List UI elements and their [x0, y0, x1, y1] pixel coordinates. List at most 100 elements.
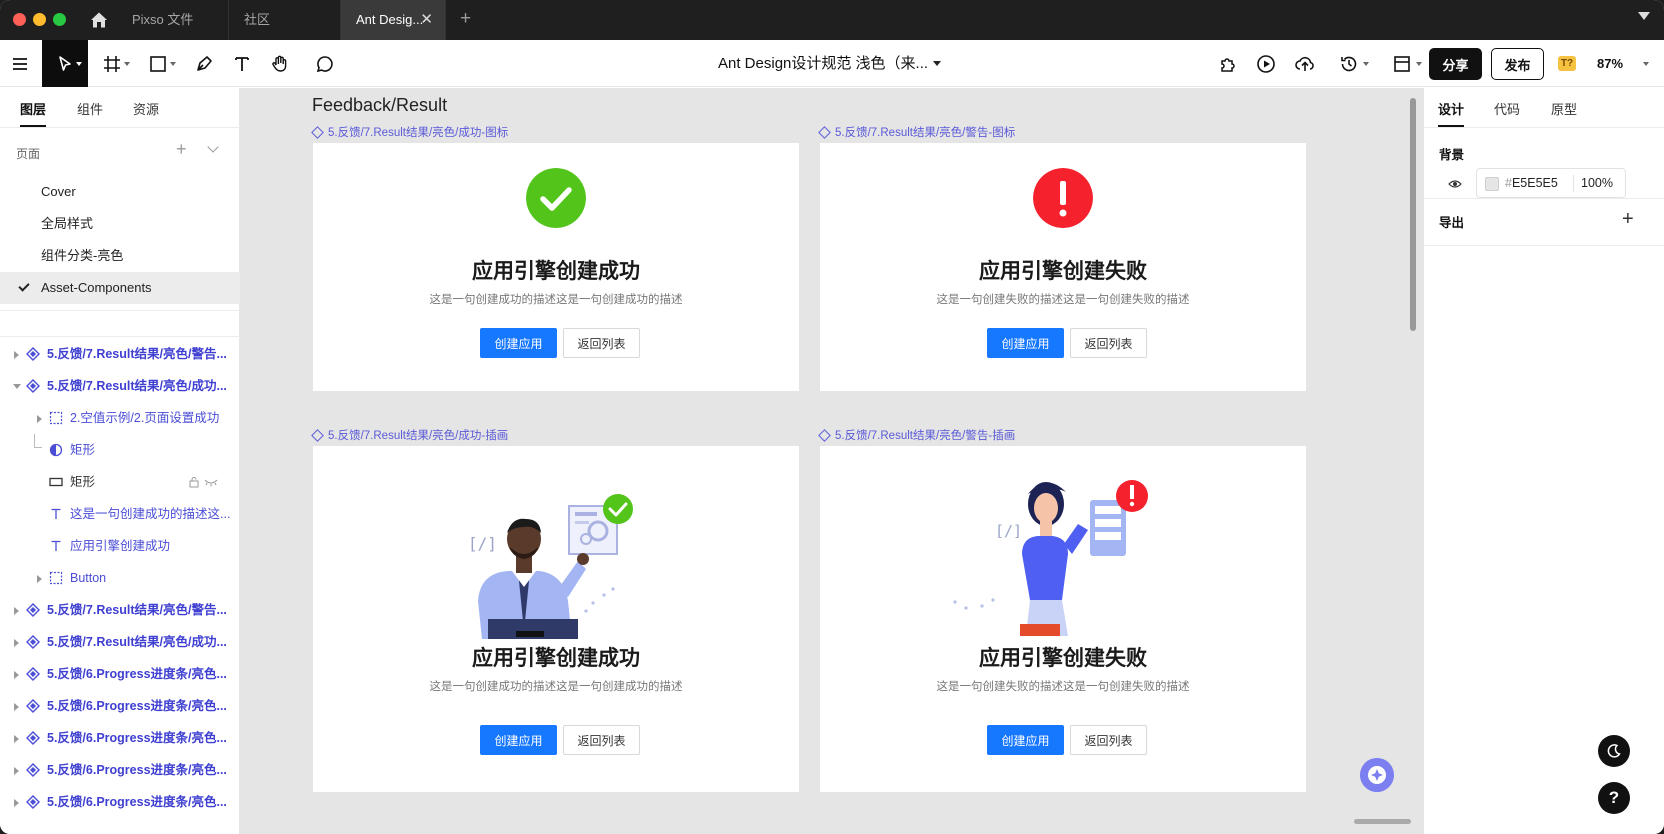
zoom-level[interactable]: 87% — [1597, 40, 1623, 87]
tab-pixso-files[interactable]: Pixso 文件 — [117, 0, 229, 40]
background-hex[interactable]: #E5E5E5 — [1505, 169, 1558, 197]
close-window-button[interactable] — [13, 13, 26, 26]
expand-arrow-icon[interactable] — [37, 415, 42, 423]
add-export-button[interactable]: + — [1622, 208, 1634, 231]
layer-row[interactable]: Button — [0, 562, 240, 594]
layer-row[interactable]: 2.空值示例/2.页面设置成功 — [0, 402, 240, 434]
hidden-eye-icon[interactable] — [204, 477, 218, 487]
tab-assets[interactable]: 资源 — [133, 99, 159, 118]
tab-components[interactable]: 组件 — [77, 99, 103, 118]
component-label[interactable]: 5.反馈/7.Result结果/亮色/警告-插画 — [818, 427, 1015, 443]
ai-assistant-icon[interactable] — [1360, 758, 1394, 792]
tab-code[interactable]: 代码 — [1494, 99, 1520, 118]
unlock-icon[interactable] — [188, 476, 200, 488]
frame-tool-button[interactable] — [92, 40, 132, 87]
layer-row[interactable]: 5.反馈/6.Progress进度条/亮色... — [0, 722, 240, 754]
tab-current-document[interactable]: Ant Desig... ✕ — [341, 0, 446, 40]
chevron-down-icon[interactable] — [933, 61, 941, 66]
result-card-error-illustration[interactable]: [/] 应用引擎创建失败 这是一句创建失败的描述这是一句创建失败的描述 创建应用… — [820, 446, 1306, 792]
page-item-asset-components[interactable]: Asset-Components — [0, 272, 240, 304]
expand-arrow-icon[interactable] — [14, 671, 19, 679]
layer-row[interactable]: 5.反馈/7.Result结果/亮色/警告... — [0, 338, 240, 370]
document-title[interactable]: Ant Design设计规范 浅色（来... — [718, 40, 928, 87]
expand-arrow-icon[interactable] — [37, 575, 42, 583]
create-app-button[interactable]: 创建应用 — [987, 725, 1064, 755]
background-opacity[interactable]: 100% — [1581, 169, 1613, 197]
history-button[interactable] — [1331, 40, 1369, 87]
back-to-list-button[interactable]: 返回列表 — [1070, 725, 1147, 755]
component-label[interactable]: 5.反馈/7.Result结果/亮色/成功-插画 — [311, 427, 508, 443]
vertical-scrollbar[interactable] — [1410, 98, 1416, 331]
move-tool-button[interactable] — [42, 40, 88, 87]
create-app-button[interactable]: 创建应用 — [480, 725, 557, 755]
expand-arrow-icon[interactable] — [14, 639, 19, 647]
new-tab-button[interactable]: + — [460, 8, 471, 30]
page-item-component-categories[interactable]: 组件分类-亮色 — [0, 240, 240, 272]
expand-arrow-icon[interactable] — [14, 351, 19, 359]
chevron-down-icon[interactable] — [1643, 62, 1649, 66]
pen-tool-button[interactable] — [184, 40, 224, 87]
background-color-field[interactable]: #E5E5E5 100% — [1476, 168, 1626, 198]
layer-row[interactable]: 应用引擎创建成功 — [0, 530, 240, 562]
layer-row[interactable]: 这是一句创建成功的描述这... — [0, 498, 240, 530]
expand-arrow-icon[interactable] — [14, 735, 19, 743]
chevron-down-icon[interactable] — [1638, 12, 1650, 20]
main-menu-button[interactable] — [0, 40, 40, 87]
plugins-button[interactable] — [1214, 40, 1242, 87]
layer-row[interactable]: 5.反馈/7.Result结果/亮色/警告... — [0, 594, 240, 626]
hand-tool-button[interactable] — [260, 40, 300, 87]
page-item-cover[interactable]: Cover — [0, 176, 240, 208]
back-to-list-button[interactable]: 返回列表 — [563, 725, 640, 755]
horizontal-scrollbar[interactable] — [1354, 819, 1411, 824]
canvas[interactable]: Feedback/Result 5.反馈/7.Result结果/亮色/成功-图标… — [240, 88, 1423, 834]
layer-row[interactable]: 5.反馈/6.Progress进度条/亮色... — [0, 786, 240, 818]
layer-row[interactable]: 矩形 — [0, 466, 240, 498]
layer-row[interactable]: 矩形 — [0, 434, 240, 466]
share-button[interactable]: 分享 — [1429, 48, 1482, 80]
layer-row[interactable]: 5.反馈/6.Progress进度条/亮色... — [0, 754, 240, 786]
tab-layers[interactable]: 图层 — [20, 99, 46, 118]
expand-arrow-icon[interactable] — [14, 767, 19, 775]
publish-button[interactable]: 发布 — [1491, 48, 1544, 80]
eye-icon[interactable] — [1448, 177, 1462, 191]
result-card-success-icon[interactable]: 应用引擎创建成功 这是一句创建成功的描述这是一句创建成功的描述 创建应用 返回列… — [313, 143, 799, 391]
expand-arrow-icon[interactable] — [14, 799, 19, 807]
help-button[interactable]: ? — [1598, 782, 1630, 814]
layout-button[interactable] — [1384, 40, 1422, 87]
home-icon[interactable] — [88, 9, 110, 31]
collapse-pages-icon[interactable] — [207, 141, 219, 153]
layer-row[interactable]: 5.反馈/6.Progress进度条/亮色... — [0, 690, 240, 722]
page-item-global-styles[interactable]: 全局样式 — [0, 208, 240, 240]
create-app-button[interactable]: 创建应用 — [480, 328, 557, 358]
color-swatch[interactable] — [1485, 177, 1499, 191]
upload-button[interactable] — [1291, 40, 1319, 87]
present-button[interactable] — [1252, 40, 1280, 87]
rectangle-icon — [150, 55, 166, 72]
collapse-arrow-icon[interactable] — [13, 384, 21, 389]
frame-title[interactable]: Feedback/Result — [312, 95, 447, 116]
zoom-window-button[interactable] — [53, 13, 66, 26]
create-app-button[interactable]: 创建应用 — [987, 328, 1064, 358]
back-to-list-button[interactable]: 返回列表 — [563, 328, 640, 358]
back-to-list-button[interactable]: 返回列表 — [1070, 328, 1147, 358]
comment-tool-button[interactable] — [305, 40, 345, 87]
text-tool-button[interactable] — [222, 40, 262, 87]
tab-community[interactable]: 社区 — [229, 0, 341, 40]
expand-arrow-icon[interactable] — [14, 607, 19, 615]
layer-row[interactable]: 5.反馈/7.Result结果/亮色/成功... — [0, 626, 240, 658]
result-card-error-icon[interactable]: 应用引擎创建失败 这是一句创建失败的描述这是一句创建失败的描述 创建应用 返回列… — [820, 143, 1306, 391]
close-tab-icon[interactable]: ✕ — [420, 0, 433, 40]
add-page-button[interactable]: + — [176, 139, 187, 160]
layer-row[interactable]: 5.反馈/7.Result结果/亮色/成功... — [0, 370, 240, 402]
layer-row[interactable]: 5.反馈/6.Progress进度条/亮色... — [0, 658, 240, 690]
missing-font-badge[interactable]: T? — [1558, 56, 1576, 71]
tab-prototype[interactable]: 原型 — [1551, 99, 1577, 118]
minimize-window-button[interactable] — [33, 13, 46, 26]
tab-design[interactable]: 设计 — [1438, 99, 1464, 118]
dark-mode-button[interactable] — [1598, 735, 1630, 767]
result-card-success-illustration[interactable]: [/] 应用引擎创建成功 这是一句创建成功的描述这是一句创建成功的描述 创建应用… — [313, 446, 799, 792]
shape-tool-button[interactable] — [138, 40, 178, 87]
component-label[interactable]: 5.反馈/7.Result结果/亮色/成功-图标 — [311, 124, 508, 140]
expand-arrow-icon[interactable] — [14, 703, 19, 711]
component-label[interactable]: 5.反馈/7.Result结果/亮色/警告-图标 — [818, 124, 1015, 140]
